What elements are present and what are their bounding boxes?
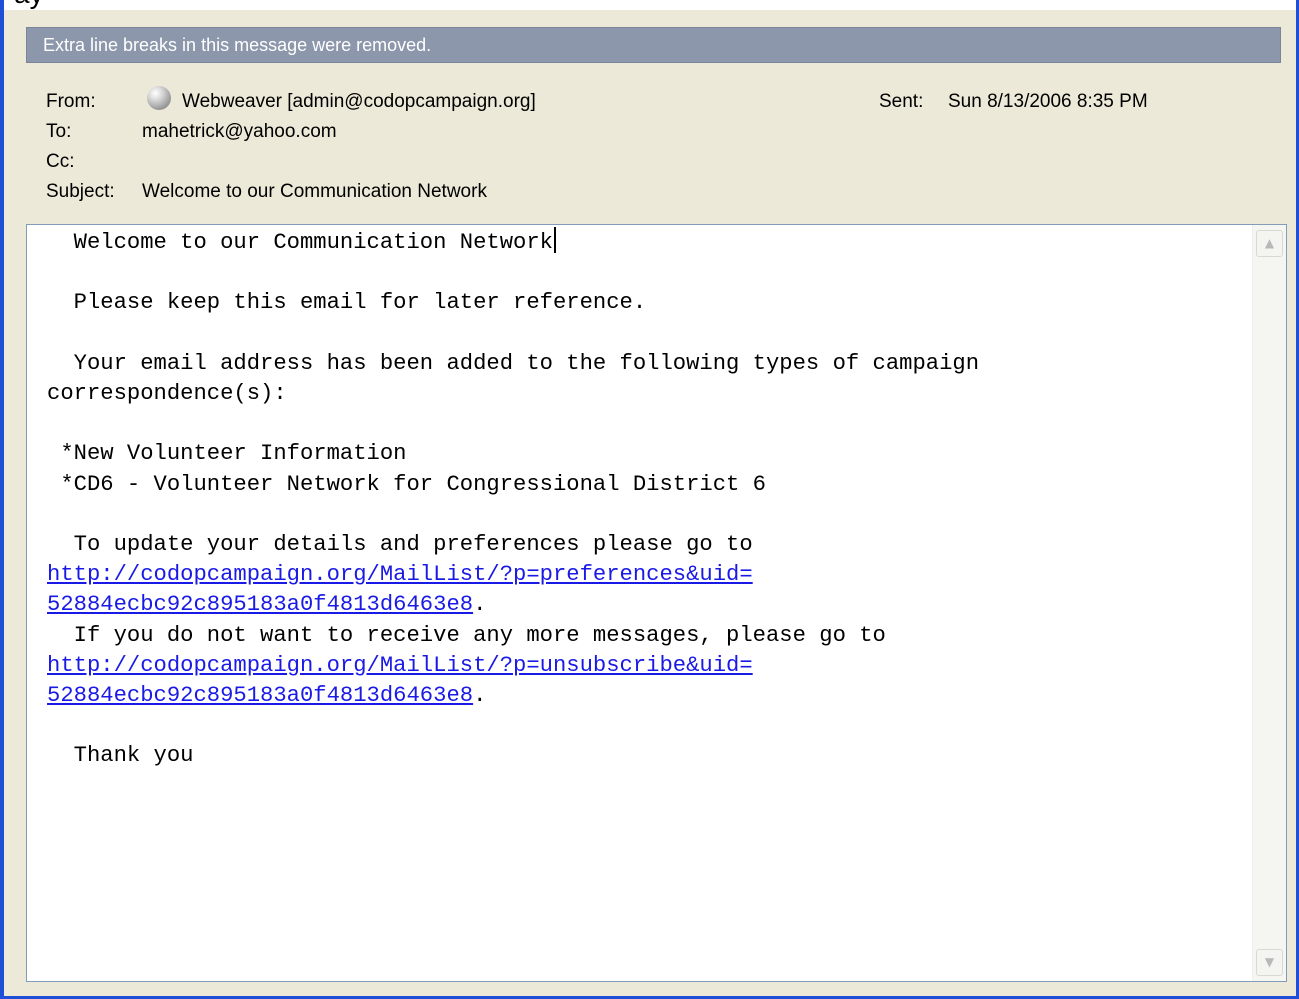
scroll-up-arrow-icon[interactable]: ▲ <box>1256 230 1283 257</box>
to-label: To: <box>46 121 72 142</box>
to-value[interactable]: mahetrick@yahoo.com <box>142 121 337 143</box>
cc-label: Cc: <box>46 151 75 172</box>
info-bar-text: Extra line breaks in this message were r… <box>43 35 432 55</box>
subject-label: Subject: <box>46 181 115 202</box>
body-greeting: Welcome to our Communication Network <box>47 230 553 255</box>
subject-value: Welcome to our Communication Network <box>142 181 487 202</box>
body-closing: Thank you <box>47 743 194 769</box>
list-item-new-volunteer: *New Volunteer Information <box>47 441 407 467</box>
clipped-heading-text: ay <box>14 0 44 10</box>
body-unsubscribe-text: If you do not want to receive any more m… <box>47 622 886 648</box>
info-bar[interactable]: Extra line breaks in this message were r… <box>26 27 1281 63</box>
vertical-scrollbar[interactable]: ▲ ▼ <box>1252 225 1286 981</box>
preferences-link-line2[interactable]: 52884ecbc92c895183a0f4813d6463e8 <box>47 592 473 617</box>
list-item-cd6: *CD6 - Volunteer Network for Congression… <box>47 471 766 497</box>
text-caret <box>553 227 556 253</box>
preferences-link[interactable]: http://codopcampaign.org/MailList/?p=pre… <box>47 562 753 617</box>
unsubscribe-link[interactable]: http://codopcampaign.org/MailList/?p=uns… <box>47 653 753 708</box>
period: . <box>473 683 487 709</box>
message-body-pane[interactable]: Welcome to our Communication Network Ple… <box>26 224 1287 982</box>
from-label: From: <box>46 91 96 112</box>
sent-label: Sent: <box>879 91 924 112</box>
body-correspondence: correspondence(s): <box>47 381 287 407</box>
preferences-link-line1[interactable]: http://codopcampaign.org/MailList/?p=pre… <box>47 562 753 587</box>
body-added-line: Your email address has been added to the… <box>47 350 980 376</box>
from-value[interactable]: Webweaver [admin@codopcampaign.org] <box>182 91 536 113</box>
unsubscribe-link-line2[interactable]: 52884ecbc92c895183a0f4813d6463e8 <box>47 683 473 708</box>
period: . <box>473 592 487 618</box>
message-window: ay Extra line breaks in this message wer… <box>0 0 1299 999</box>
sent-value: Sun 8/13/2006 8:35 PM <box>948 91 1148 112</box>
body-keep-reference: Please keep this email for later referen… <box>47 290 647 316</box>
message-body-text[interactable]: Welcome to our Communication Network Ple… <box>47 227 979 772</box>
window-top-strip: ay <box>4 0 1296 10</box>
body-update-text: To update your details and preferences p… <box>47 532 753 558</box>
scroll-down-arrow-icon[interactable]: ▼ <box>1256 949 1283 976</box>
contact-status-icon <box>147 86 171 110</box>
unsubscribe-link-line1[interactable]: http://codopcampaign.org/MailList/?p=uns… <box>47 653 753 678</box>
